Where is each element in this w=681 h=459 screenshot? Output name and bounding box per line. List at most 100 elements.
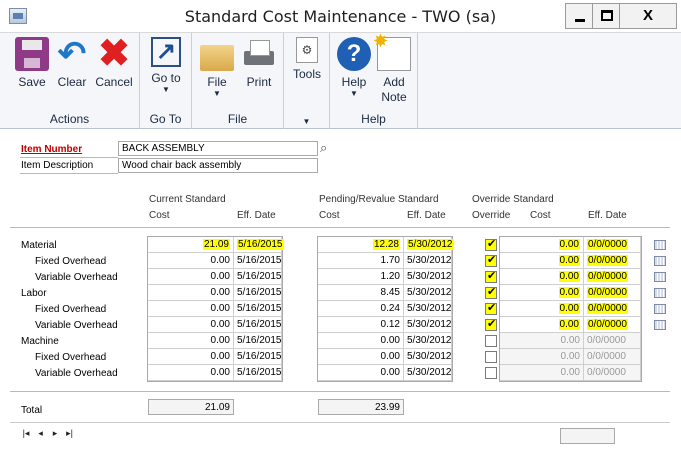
override-cost-input[interactable]: 0.00	[500, 285, 584, 301]
calendar-icon[interactable]	[654, 240, 666, 250]
next-record-button[interactable]: ▸	[49, 428, 61, 439]
override-header: Override	[472, 210, 511, 221]
override-eff-date-header: Eff. Date	[588, 210, 627, 221]
override-checkbox[interactable]	[485, 253, 497, 267]
pending-date-cell: 5/30/2012	[404, 237, 454, 253]
override-cost-input: 0.00	[500, 349, 584, 365]
goto-button[interactable]: Go to ▼	[146, 37, 186, 94]
row-label-fixed-overhead: Fixed Overhead	[35, 304, 107, 315]
override-date-input[interactable]: 0/0/0000	[584, 285, 641, 301]
override-checkbox[interactable]	[485, 237, 497, 251]
print-label: Print	[246, 75, 272, 89]
header-divider	[10, 227, 670, 228]
last-record-button[interactable]: ▸|	[64, 428, 76, 439]
divider	[20, 173, 118, 174]
folder-icon	[200, 45, 234, 71]
current-cost-cell: 0.00	[148, 301, 234, 317]
total-label: Total	[21, 405, 43, 416]
first-record-button[interactable]: |◂	[20, 428, 32, 439]
override-cost-input[interactable]: 0.00	[500, 317, 584, 333]
override-date-input[interactable]: 0/0/0000	[584, 269, 641, 285]
override-cost-input[interactable]: 0.00	[500, 301, 584, 317]
record-navigation: |◂ ◂ ▸ ▸|	[20, 428, 90, 444]
minimize-icon	[575, 19, 585, 22]
cancel-button[interactable]: ✖ Cancel	[92, 33, 136, 90]
pending-cost-cell: 12.28	[318, 237, 404, 253]
total-pending-cost: 23.99	[318, 399, 404, 415]
override-checkbox[interactable]	[485, 367, 497, 379]
row-label-variable-overhead: Variable Overhead	[35, 272, 118, 283]
save-label: Save	[18, 75, 46, 89]
ribbon: Save ↶ Clear ✖ Cancel Actions Go to ▼ Go…	[0, 31, 681, 129]
pending-date-cell: 5/30/2012	[404, 349, 452, 365]
current-date-cell: 5/16/2015	[234, 285, 282, 301]
file-button[interactable]: File ▼	[200, 37, 234, 98]
pending-date-cell: 5/30/2012	[404, 365, 452, 381]
chevron-down-icon: ▼	[162, 85, 170, 94]
previous-record-button[interactable]: ◂	[35, 428, 47, 439]
calendar-icon[interactable]	[654, 304, 666, 314]
override-date-input: 0/0/0000	[584, 349, 641, 365]
override-date-input[interactable]: 0/0/0000	[584, 237, 641, 253]
calendar-icon[interactable]	[654, 272, 666, 282]
tools-button[interactable]: ⚙ Tools	[288, 37, 326, 82]
clear-button[interactable]: ↶ Clear	[54, 37, 90, 90]
lookup-icon[interactable]: ⌕	[320, 140, 327, 156]
override-standard-header: Override Standard	[472, 194, 554, 205]
override-date-input[interactable]: 0/0/0000	[584, 317, 641, 333]
current-date-cell: 5/16/2015	[234, 365, 282, 381]
ribbon-group-tools: ⚙ Tools ▼	[284, 33, 330, 129]
pending-eff-date-header: Eff. Date	[407, 210, 446, 221]
save-button[interactable]: Save	[14, 37, 50, 90]
override-checkbox[interactable]	[485, 301, 497, 315]
pending-cost-cell: 1.20	[318, 269, 404, 285]
current-date-cell: 5/16/2015	[234, 333, 282, 349]
current-cost-cell: 0.00	[148, 253, 234, 269]
pending-date-cell: 5/30/2012	[404, 285, 452, 301]
override-date-input[interactable]: 0/0/0000	[584, 253, 641, 269]
current-date-cell: 5/16/2015	[234, 253, 282, 269]
override-checkbox[interactable]	[485, 317, 497, 331]
add-note-button[interactable]: Add Note	[373, 31, 412, 105]
current-date-cell: 5/16/2015	[234, 301, 282, 317]
save-icon	[15, 37, 49, 71]
row-label-machine: Machine	[21, 336, 59, 347]
minimize-button[interactable]	[565, 3, 593, 29]
override-date-input[interactable]: 0/0/0000	[584, 301, 641, 317]
row-label-fixed-overhead: Fixed Overhead	[35, 352, 107, 363]
cancel-x-icon: ✖	[98, 33, 130, 75]
item-number-field[interactable]: BACK ASSEMBLY	[118, 141, 318, 156]
divider	[20, 157, 118, 158]
calendar-icon[interactable]	[654, 256, 666, 266]
help-button[interactable]: ? Help ▼	[336, 37, 372, 98]
pending-date-cell: 5/30/2012	[404, 317, 452, 333]
pending-cost-cell: 0.00	[318, 333, 404, 349]
override-date-input: 0/0/0000	[584, 365, 641, 381]
total-current-cost: 21.09	[148, 399, 234, 415]
current-cost-header: Cost	[149, 210, 170, 221]
undo-icon: ↶	[57, 35, 87, 73]
calendar-icon[interactable]	[654, 288, 666, 298]
override-cost-input[interactable]: 0.00	[500, 253, 584, 269]
chevron-down-icon: ▼	[302, 117, 311, 126]
override-checkbox[interactable]	[485, 285, 497, 299]
override-checkbox[interactable]	[485, 351, 497, 363]
maximize-button[interactable]	[592, 3, 620, 29]
override-cost-input[interactable]: 0.00	[500, 237, 584, 253]
override-cost-input: 0.00	[500, 333, 584, 349]
override-checkbox[interactable]	[485, 269, 497, 283]
current-cost-cell: 0.00	[148, 349, 234, 365]
override-checkbox[interactable]	[485, 335, 497, 347]
calendar-icon[interactable]	[654, 320, 666, 330]
help-group-label: Help	[361, 112, 386, 126]
pending-cost-cell: 8.45	[318, 285, 404, 301]
tools-group-expander[interactable]: ▼	[284, 118, 329, 126]
close-button[interactable]: X	[619, 3, 677, 29]
item-number-label[interactable]: Item Number	[21, 144, 82, 155]
current-standard-header: Current Standard	[149, 194, 226, 205]
chevron-down-icon: ▼	[213, 89, 221, 98]
help-label: Help	[341, 75, 367, 89]
override-cost-input[interactable]: 0.00	[500, 269, 584, 285]
print-button[interactable]: Print	[240, 37, 278, 90]
chevron-down-icon: ▼	[350, 89, 358, 98]
